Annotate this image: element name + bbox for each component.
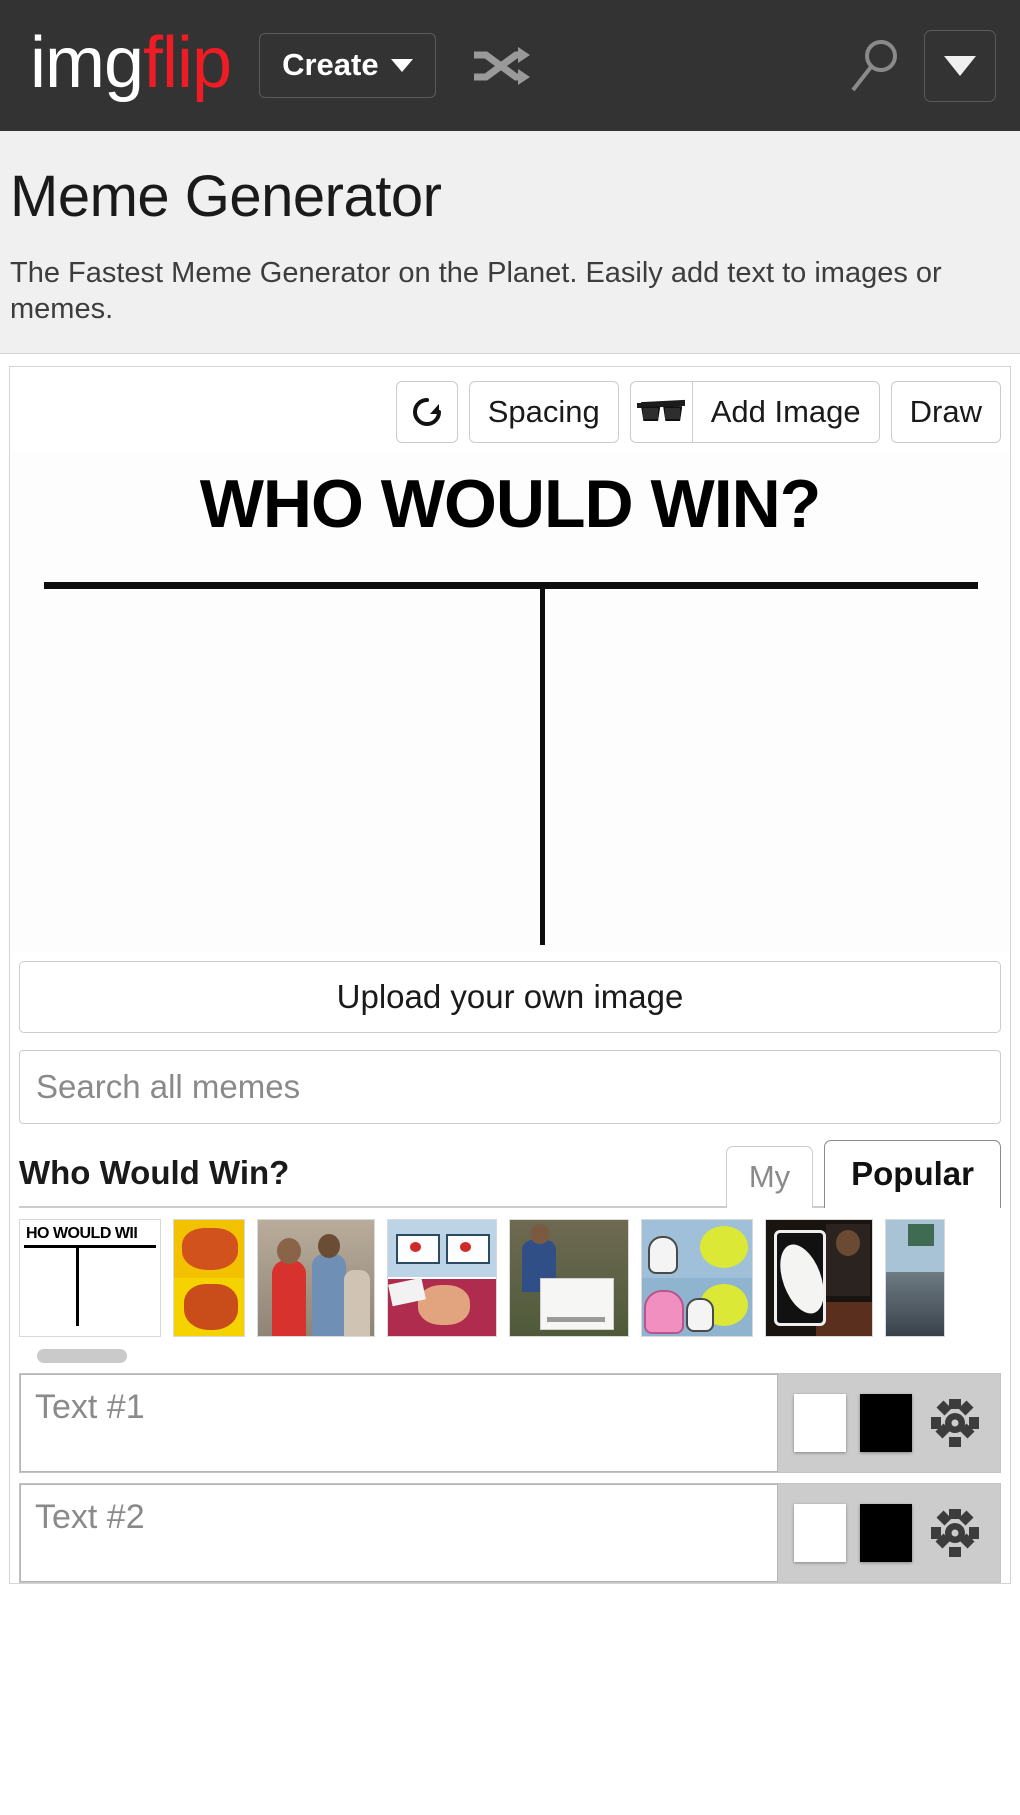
source-actions: Upload your own image Search all memes bbox=[10, 961, 1010, 1125]
outline-color-swatch[interactable] bbox=[860, 1504, 912, 1563]
sunglasses-lens-right bbox=[663, 406, 683, 422]
fill-color-swatch[interactable] bbox=[794, 1504, 846, 1563]
page-subtitle: The Fastest Meme Generator on the Planet… bbox=[10, 256, 942, 326]
tab-my[interactable]: My bbox=[725, 1146, 814, 1209]
canvas-toolbar: Spacing Add Image Draw bbox=[10, 367, 1010, 452]
thumbnail-figure bbox=[312, 1234, 346, 1337]
thumbnail-distracted-boyfriend[interactable] bbox=[257, 1219, 375, 1338]
thumbnail-drake-hotline-bling[interactable] bbox=[173, 1219, 245, 1338]
upload-image-button[interactable]: Upload your own image bbox=[19, 961, 1001, 1034]
template-section-header: Who Would Win? My Popular bbox=[19, 1140, 1001, 1209]
thumbnail-sign bbox=[540, 1278, 614, 1331]
chevron-down-icon bbox=[944, 55, 976, 76]
thumbnail-hrule bbox=[24, 1245, 156, 1249]
add-image-group: Add Image bbox=[629, 381, 880, 444]
text-input-1[interactable]: Text #1 bbox=[20, 1374, 778, 1473]
thumbnail-anime-butterfly[interactable] bbox=[387, 1219, 497, 1338]
upload-image-label: Upload your own image bbox=[336, 978, 684, 1016]
imgflip-logo[interactable]: imgflip bbox=[30, 27, 232, 99]
spacing-button-label: Spacing bbox=[487, 394, 600, 430]
chevron-down-icon bbox=[390, 58, 413, 72]
gear-icon[interactable] bbox=[926, 1394, 984, 1452]
thumbnail-dot bbox=[410, 1242, 421, 1253]
shuffle-icon[interactable] bbox=[472, 44, 530, 88]
spacing-button[interactable]: Spacing bbox=[468, 381, 619, 444]
thumbnail-figure bbox=[272, 1238, 306, 1337]
thumbnail-change-my-mind[interactable] bbox=[509, 1219, 629, 1338]
thumbnail-panel-top bbox=[388, 1220, 496, 1280]
thumbnail-panel-top bbox=[642, 1220, 752, 1279]
search-memes-input[interactable]: Search all memes bbox=[19, 1050, 1001, 1125]
tab-popular[interactable]: Popular bbox=[824, 1140, 1001, 1209]
logo-flip-part: flip bbox=[143, 22, 232, 103]
template-tabs: My Popular bbox=[725, 1138, 1001, 1209]
section-title: Who Would Win? bbox=[19, 1154, 290, 1192]
search-icon[interactable] bbox=[848, 38, 900, 94]
account-dropdown-button[interactable] bbox=[924, 29, 996, 102]
thumbnail-card bbox=[771, 1230, 833, 1327]
draw-button[interactable]: Draw bbox=[890, 381, 1001, 444]
outline-color-swatch[interactable] bbox=[860, 1394, 912, 1453]
thumbnail-figure bbox=[826, 1224, 870, 1297]
thumbnail-uno-draw-25-cards[interactable] bbox=[765, 1219, 873, 1338]
sunglasses-lens-left bbox=[641, 406, 661, 422]
thumbnail-figure bbox=[644, 1290, 684, 1335]
thumbnail-scrollbar[interactable] bbox=[19, 1349, 1001, 1364]
meme-top-text[interactable]: WHO WOULD WIN? bbox=[11, 452, 1009, 538]
header-right-group bbox=[848, 29, 996, 102]
logo-img-part: img bbox=[30, 22, 144, 103]
add-image-button-label: Add Image bbox=[710, 394, 861, 430]
meme-horizontal-divider bbox=[44, 582, 978, 590]
thumbnail-figure bbox=[344, 1270, 370, 1337]
thumbnail-monkey-puppet-balloon[interactable] bbox=[641, 1219, 753, 1338]
meme-vertical-divider bbox=[539, 588, 545, 946]
text-row: Text #2 bbox=[19, 1483, 1001, 1584]
text-fields: Text #1 Text #2 bbox=[10, 1373, 1010, 1584]
template-thumbnail-strip[interactable]: HO WOULD WII bbox=[19, 1219, 1001, 1338]
thumbnail-vrule bbox=[76, 1248, 79, 1327]
draw-button-label: Draw bbox=[909, 394, 982, 430]
site-header: imgflip Create bbox=[0, 0, 1020, 131]
create-button-label: Create bbox=[282, 47, 379, 82]
thumbnail-who-would-win[interactable]: HO WOULD WII bbox=[19, 1219, 161, 1338]
fill-color-swatch[interactable] bbox=[794, 1394, 846, 1453]
text-row-controls bbox=[778, 1484, 1000, 1582]
gear-icon[interactable] bbox=[926, 1504, 984, 1562]
create-button[interactable]: Create bbox=[259, 33, 436, 98]
thumbnail-panel-bottom bbox=[388, 1279, 496, 1337]
thumbnail-label: HO WOULD WII bbox=[26, 1225, 138, 1243]
thumbnail-panel-bottom bbox=[642, 1278, 752, 1337]
thumbnail-figure bbox=[648, 1236, 678, 1275]
meme-canvas[interactable]: WHO WOULD WIN? bbox=[11, 452, 1009, 953]
sunglasses-glyph bbox=[637, 400, 686, 423]
text-input-2[interactable]: Text #2 bbox=[20, 1484, 778, 1583]
thumbnail-figure bbox=[686, 1298, 714, 1333]
thumbnail-card-oval bbox=[771, 1238, 833, 1320]
sunglasses-icon[interactable] bbox=[629, 381, 692, 444]
scrollbar-thumb[interactable] bbox=[37, 1349, 127, 1364]
add-image-button[interactable]: Add Image bbox=[691, 381, 880, 444]
text-row-controls bbox=[778, 1374, 1000, 1472]
page-header: Meme Generator The Fastest Meme Generato… bbox=[0, 131, 1020, 355]
thumbnail-balloon bbox=[700, 1226, 748, 1269]
meme-generator-panel: Spacing Add Image Draw WHO WOULD WIN? Up… bbox=[9, 366, 1011, 1585]
page-title: Meme Generator bbox=[10, 164, 442, 229]
thumbnail-partial[interactable] bbox=[885, 1219, 945, 1338]
thumbnail-dot bbox=[460, 1242, 471, 1253]
text-row: Text #1 bbox=[19, 1373, 1001, 1474]
reset-button[interactable] bbox=[395, 381, 458, 444]
